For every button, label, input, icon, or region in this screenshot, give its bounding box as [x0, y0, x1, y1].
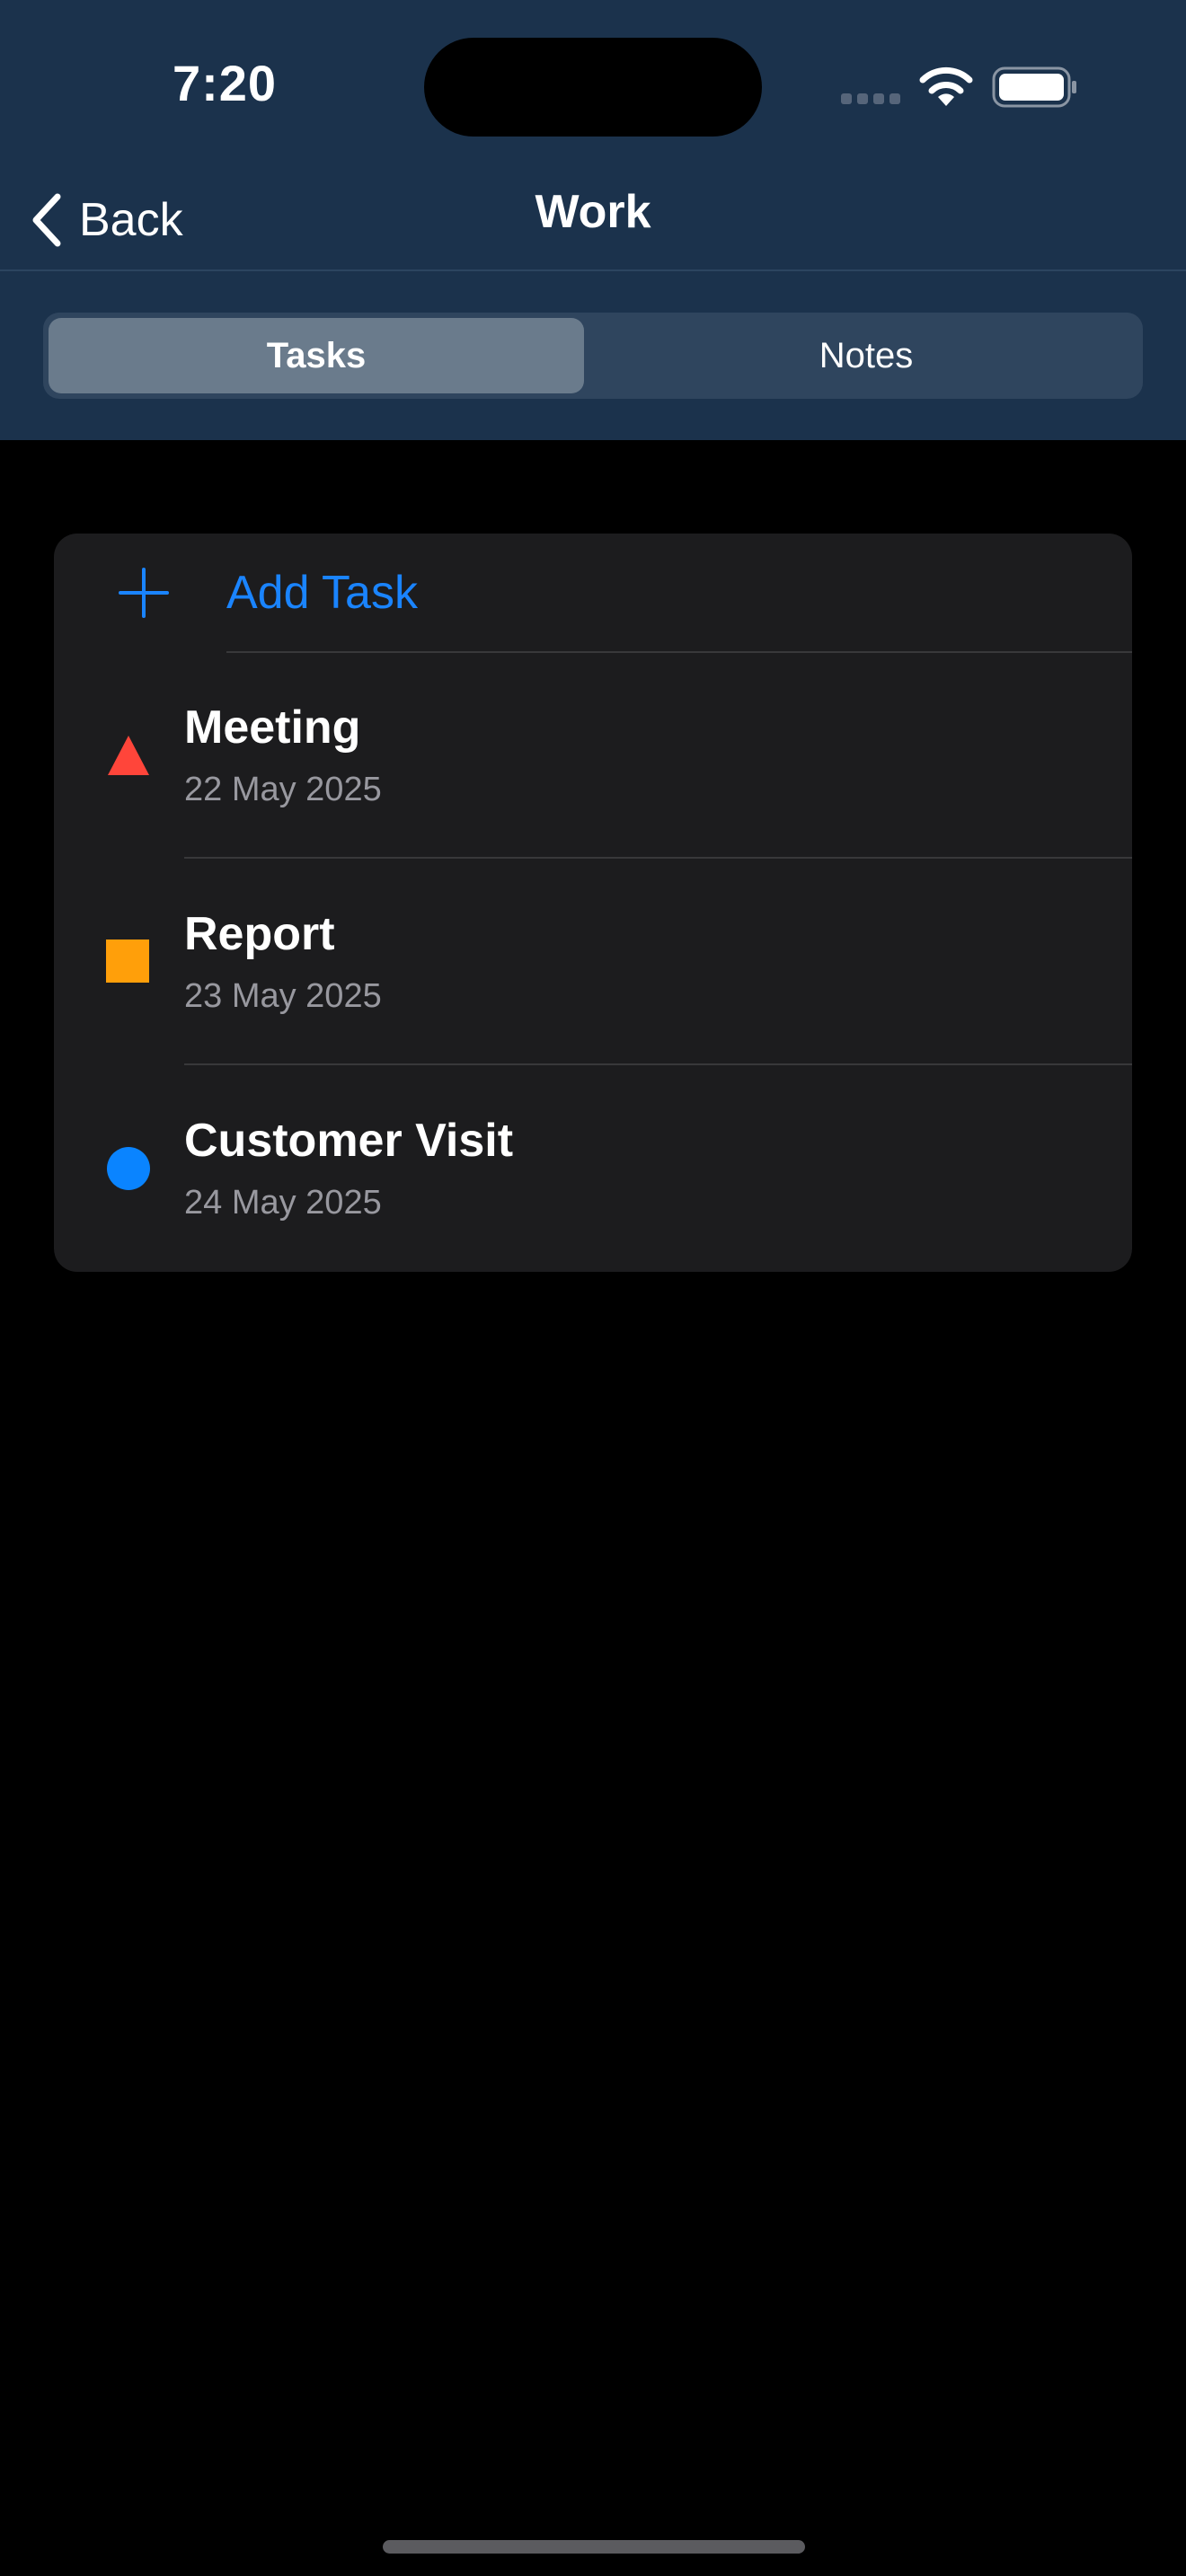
nav-divider — [0, 269, 1186, 271]
plus-icon — [119, 568, 169, 618]
cellular-signal-icon — [841, 93, 902, 106]
back-label: Back — [79, 194, 183, 246]
tab-tasks[interactable]: Tasks — [49, 318, 584, 393]
back-button[interactable]: Back — [27, 180, 183, 260]
square-icon — [106, 940, 149, 983]
task-date: 22 May 2025 — [184, 771, 382, 808]
wifi-icon — [919, 66, 973, 106]
task-row-customer-visit[interactable]: Customer Visit 24 May 2025 — [54, 1065, 1132, 1270]
circle-icon — [107, 1147, 150, 1190]
page-title: Work — [535, 186, 651, 238]
status-bar: 7:20 — [0, 0, 1186, 171]
header: 7:20 Back Work Tasks Notes — [0, 0, 1186, 440]
add-task-label: Add Task — [226, 567, 418, 619]
chevron-left-icon — [32, 193, 61, 247]
status-time: 7:20 — [172, 55, 278, 111]
home-indicator[interactable] — [383, 2540, 805, 2554]
navigation-bar: Back Work — [0, 171, 1186, 269]
triangle-icon — [108, 736, 149, 775]
task-row-report[interactable]: Report 23 May 2025 — [54, 859, 1132, 1063]
tab-notes[interactable]: Notes — [595, 318, 1137, 393]
add-task-button[interactable]: Add Task — [54, 534, 1132, 652]
task-title: Customer Visit — [184, 1115, 514, 1167]
task-list-card: Add Task Meeting 22 May 2025 Report 23 M… — [54, 534, 1132, 1272]
task-title: Report — [184, 908, 335, 960]
dynamic-island — [424, 38, 762, 137]
task-date: 24 May 2025 — [184, 1184, 382, 1222]
screen: 7:20 Back Work Tasks Notes Add Task Meet… — [0, 0, 1186, 2576]
task-date: 23 May 2025 — [184, 977, 382, 1015]
battery-icon — [992, 66, 1076, 108]
task-row-meeting[interactable]: Meeting 22 May 2025 — [54, 652, 1132, 857]
segmented-control: Tasks Notes — [43, 313, 1143, 399]
task-title: Meeting — [184, 701, 361, 754]
